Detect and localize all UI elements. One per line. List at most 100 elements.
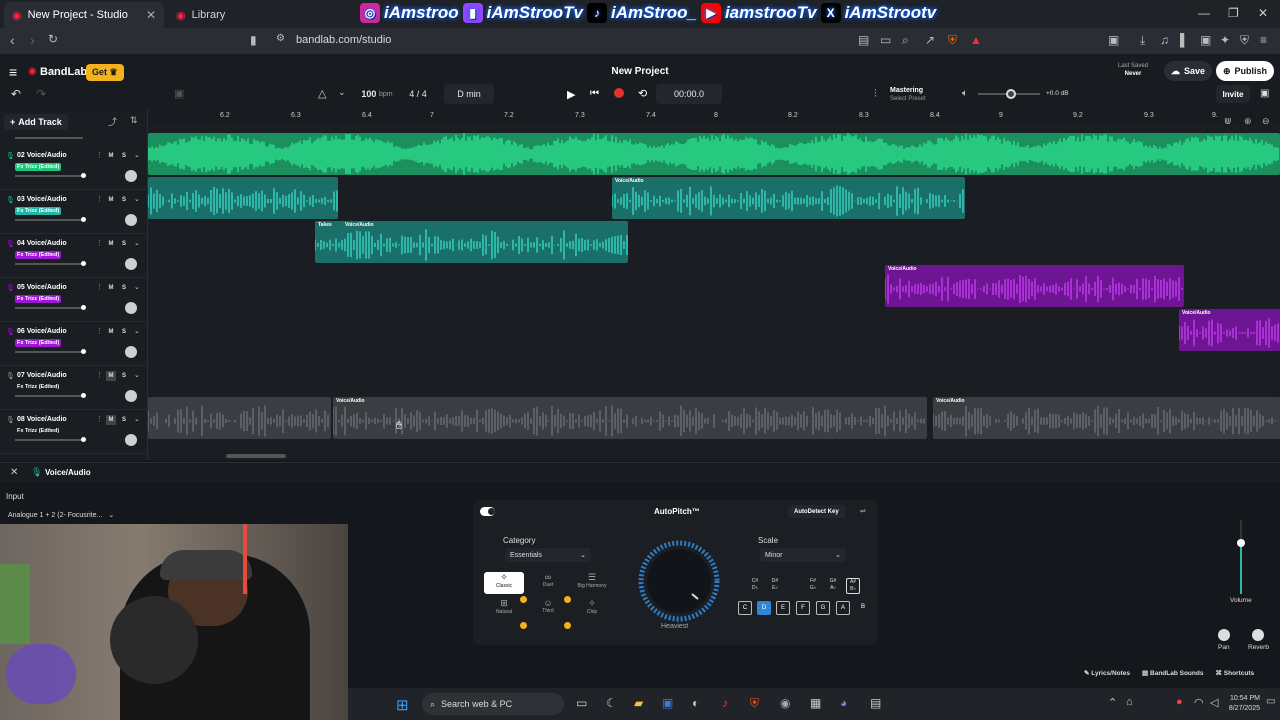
track-volume-slider[interactable] bbox=[15, 393, 86, 398]
taskbar-search[interactable]: ⌕ Search web & PC bbox=[422, 693, 564, 715]
sharp-key-toggle[interactable]: F# G♭ bbox=[806, 578, 820, 594]
audio-clip[interactable] bbox=[148, 177, 338, 219]
slider-thumb[interactable] bbox=[81, 261, 86, 266]
redo-icon[interactable]: ↷ bbox=[36, 87, 46, 101]
shortcuts-link[interactable]: ⌘ Shortcuts bbox=[1215, 669, 1254, 677]
tempo-display[interactable]: 100 bpm bbox=[354, 84, 400, 104]
reverb-knob[interactable] bbox=[1252, 629, 1264, 641]
audio-clip[interactable]: Voice/Audio bbox=[333, 397, 927, 439]
more-options-icon[interactable]: ⋮ bbox=[96, 371, 103, 379]
app-icon[interactable]: ▤ bbox=[870, 696, 881, 710]
category-option[interactable]: ⊞ Natural bbox=[484, 598, 524, 620]
chevron-down-icon[interactable]: ⌄ bbox=[134, 371, 140, 379]
wallet-icon[interactable]: ▣ bbox=[1200, 33, 1211, 47]
more-options-icon[interactable]: ⋮ bbox=[96, 195, 103, 203]
solo-button[interactable]: S bbox=[119, 371, 129, 381]
scale-key-toggle[interactable]: A bbox=[836, 601, 850, 615]
track-pan-knob[interactable] bbox=[125, 302, 137, 314]
reader-icon[interactable]: ▤ bbox=[858, 33, 869, 47]
category-option[interactable]: ☺ Third bbox=[528, 598, 568, 620]
track-fx-badge[interactable]: Fx Trizz (Edited) bbox=[15, 163, 62, 171]
scale-select[interactable]: Minor ⌄ bbox=[760, 548, 846, 562]
panel-icon[interactable]: ▌ bbox=[1180, 33, 1189, 47]
horizontal-scrollbar[interactable] bbox=[148, 452, 1280, 460]
scale-key-toggle[interactable]: D bbox=[757, 601, 771, 615]
category-select[interactable]: Essentials ⌄ bbox=[505, 548, 591, 562]
track-header[interactable]: 🎙︎ 08 Voice/Audio Fx Trizz (Edited) ⋮ M S ⌄ bbox=[0, 410, 148, 454]
autopitch-toggle[interactable] bbox=[480, 507, 495, 516]
scale-key-toggle[interactable]: B bbox=[856, 601, 870, 615]
slider-thumb[interactable] bbox=[81, 437, 86, 442]
category-option[interactable]: ✧ Classic bbox=[484, 572, 524, 594]
zoom-icon[interactable]: ⌕ bbox=[902, 33, 909, 48]
time-signature[interactable]: 4 / 4 bbox=[402, 84, 434, 104]
undo-icon[interactable]: ↶ bbox=[11, 87, 21, 101]
track-name[interactable]: 06 Voice/Audio bbox=[17, 328, 67, 335]
track-name[interactable]: 05 Voice/Audio bbox=[17, 284, 67, 291]
solo-button[interactable]: S bbox=[119, 415, 129, 425]
brave-shield-icon[interactable]: ⛨ bbox=[948, 33, 957, 48]
slider-thumb[interactable] bbox=[81, 393, 86, 398]
track-pan-knob[interactable] bbox=[125, 258, 137, 270]
mastering-preset[interactable]: Mastering Select Preset bbox=[890, 86, 926, 104]
discord-icon[interactable]: ◕ bbox=[840, 696, 847, 710]
close-window-icon[interactable]: ✕ bbox=[1258, 6, 1268, 20]
pan-knob[interactable] bbox=[1218, 629, 1230, 641]
track-header[interactable]: 🎙︎ 05 Voice/Audio Fx Trizz (Edited) ⋮ M S ⌄ bbox=[0, 278, 148, 322]
sharp-key-toggle[interactable]: C# D♭ bbox=[748, 578, 762, 594]
scale-key-toggle[interactable]: G bbox=[816, 601, 830, 615]
solo-button[interactable]: S bbox=[119, 239, 129, 249]
music-icon[interactable]: ♫ bbox=[1160, 33, 1169, 47]
zoom-in-icon[interactable]: ⊕ bbox=[1244, 116, 1252, 127]
track-name[interactable]: 02 Voice/Audio bbox=[17, 152, 67, 159]
lyrics-notes-link[interactable]: ✎ Lyrics/Notes bbox=[1084, 669, 1130, 677]
track-volume-slider[interactable] bbox=[15, 217, 86, 222]
audio-clip[interactable]: Voice/Audio bbox=[933, 397, 1280, 439]
sidebar-icon[interactable]: ▣ bbox=[1108, 33, 1119, 47]
more-options-icon[interactable]: ⋮ bbox=[96, 239, 103, 247]
track-volume-slider[interactable] bbox=[15, 261, 86, 266]
bookmark-icon[interactable]: ▮ bbox=[250, 33, 257, 47]
slider-thumb[interactable] bbox=[81, 173, 86, 178]
track-name[interactable]: 08 Voice/Audio bbox=[17, 416, 67, 423]
track-name[interactable]: 04 Voice/Audio bbox=[17, 240, 67, 247]
volume-thumb[interactable] bbox=[1237, 539, 1245, 547]
chevron-down-icon[interactable]: ⌄ bbox=[134, 151, 140, 159]
category-option[interactable]: ☰ Big Harmony bbox=[572, 572, 612, 594]
chevron-down-icon[interactable]: ⌄ bbox=[134, 195, 140, 203]
slider-thumb[interactable] bbox=[81, 349, 86, 354]
solo-button[interactable]: S bbox=[119, 327, 129, 337]
volume-icon[interactable]: 🔈︎ bbox=[962, 88, 968, 99]
vpn-icon[interactable]: ⛨ bbox=[1240, 33, 1249, 48]
taskbar-clock[interactable]: 10:54 PM 8/27/2025 bbox=[1220, 694, 1260, 714]
close-panel-icon[interactable]: ✕ bbox=[10, 467, 18, 478]
audio-clip[interactable]: Voice/Audio bbox=[612, 177, 965, 219]
publish-button[interactable]: ⊕ Publish bbox=[1216, 61, 1274, 81]
track-header[interactable]: 🎙︎ 07 Voice/Audio Fx Trizz (Edited) ⋮ M S ⌄ bbox=[0, 366, 148, 410]
tab-library[interactable]: ◉ Library bbox=[168, 2, 328, 28]
scrollbar-thumb[interactable] bbox=[226, 454, 286, 458]
loop-region-icon[interactable]: ▣ bbox=[174, 87, 184, 100]
add-track-button[interactable]: + Add Track bbox=[4, 114, 68, 130]
mute-button[interactable]: M bbox=[106, 327, 116, 337]
tiktok-app-icon[interactable]: ♪ bbox=[722, 696, 728, 710]
input-device-select[interactable]: Analogue 1 + 2 (2- Focusrite... ⌄ bbox=[8, 507, 140, 523]
track-fx-badge[interactable]: Fx Trizz (Edited) bbox=[15, 339, 62, 347]
track-volume-slider[interactable] bbox=[15, 437, 86, 442]
widget-icon[interactable]: ☾ bbox=[606, 696, 617, 710]
loop-icon[interactable]: ⟲ bbox=[638, 87, 647, 100]
volume-fader[interactable] bbox=[1237, 520, 1245, 594]
save-button[interactable]: ☁ Save bbox=[1164, 61, 1212, 81]
solo-button[interactable]: S bbox=[119, 195, 129, 205]
sharp-key-toggle[interactable]: A# B♭ bbox=[846, 578, 860, 594]
taskview-icon[interactable]: ▭ bbox=[576, 696, 587, 710]
automation-icon[interactable]: ⤴ bbox=[108, 115, 117, 128]
track-pan-knob[interactable] bbox=[125, 346, 137, 358]
more-options-icon[interactable]: ⋮ bbox=[96, 327, 103, 335]
url-field[interactable]: bandlab.com/studio bbox=[296, 34, 391, 46]
key-selector[interactable]: D min bbox=[444, 84, 494, 104]
reload-icon[interactable]: ↻ bbox=[48, 32, 58, 46]
rewards-icon[interactable]: ▲ bbox=[970, 33, 982, 47]
scale-key-toggle[interactable]: E bbox=[776, 601, 790, 615]
skip-back-icon[interactable]: ⏮ bbox=[590, 88, 599, 99]
